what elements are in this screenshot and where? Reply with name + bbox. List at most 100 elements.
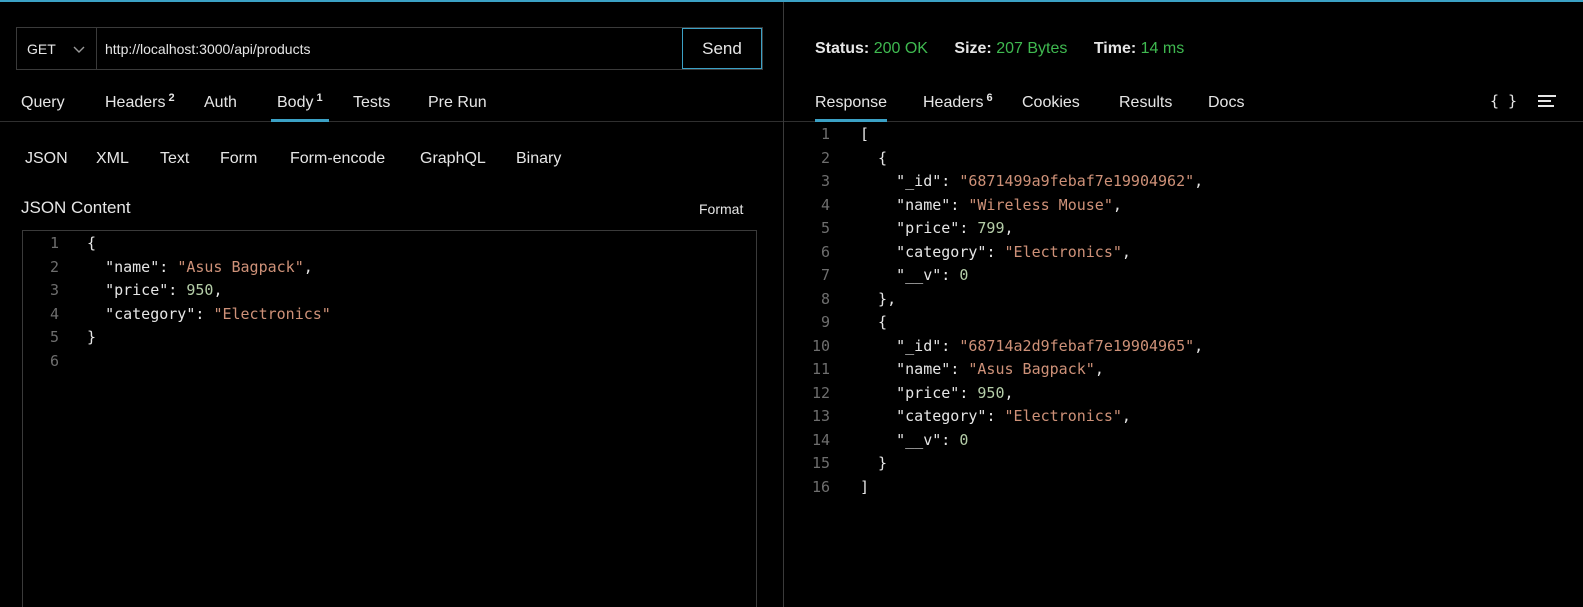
api-client: GET Send Query Headers 2 Auth Body 1 — [0, 0, 1583, 607]
code-text: "_id": "6871499a9febaf7e19904962", — [896, 172, 1204, 190]
response-body-line: 8 }, — [784, 288, 1583, 311]
time-label: Time: — [1093, 40, 1137, 57]
response-body-line: 3 "_id": "6871499a9febaf7e19904962", — [784, 170, 1583, 193]
send-button[interactable]: Send — [682, 28, 762, 69]
tab-headers[interactable]: Headers 2 — [105, 84, 175, 121]
line-number: 9 — [820, 313, 830, 331]
request-tabs: Query Headers 2 Auth Body 1 Tests Pre Ru… — [0, 84, 783, 122]
code-text: "name": "Asus Bagpack", — [896, 360, 1104, 378]
body-type-xml[interactable]: XML — [96, 150, 129, 168]
format-button[interactable]: Format — [699, 201, 743, 217]
response-body-line: 13 "category": "Electronics", — [784, 405, 1583, 428]
body-type-binary[interactable]: Binary — [516, 150, 561, 168]
tab-body[interactable]: Body 1 — [271, 84, 329, 122]
tab-response-headers[interactable]: Headers 6 — [923, 84, 993, 121]
tab-pre-run[interactable]: Pre Run — [428, 84, 487, 121]
line-number: 10 — [811, 336, 830, 355]
response-pane: Status: 200 OK Size: 207 Bytes Time: 14 … — [784, 2, 1583, 607]
response-body-line: 9 { — [784, 311, 1583, 334]
tab-response[interactable]: Response — [815, 84, 888, 122]
tab-results[interactable]: Results — [1119, 84, 1172, 121]
body-type-graphql[interactable]: GraphQL — [420, 150, 486, 168]
tab-badge: 1 — [316, 91, 323, 104]
response-body-line: 6 "category": "Electronics", — [784, 241, 1583, 264]
body-type-text[interactable]: Text — [160, 150, 189, 168]
tab-label: Response — [815, 93, 888, 111]
line-number: 11 — [811, 360, 830, 378]
tab-label: Auth — [204, 93, 237, 111]
tab-tests[interactable]: Tests — [353, 84, 390, 121]
tab-label: Docs — [1208, 93, 1245, 111]
response-body-line: 15 } — [784, 452, 1583, 475]
response-status-row: Status: 200 OK Size: 207 Bytes Time: 14 … — [815, 40, 1206, 58]
time-value: 14 ms — [1140, 40, 1185, 57]
method-select[interactable]: GET — [17, 28, 97, 69]
response-tabs: Response Headers 6 Cookies Results Docs … — [784, 84, 1583, 122]
line-number: 3 — [49, 281, 59, 299]
status-label: Status: — [815, 40, 870, 57]
code-text: } — [860, 454, 888, 472]
tab-label: Results — [1119, 93, 1173, 111]
request-body-line: 2 "name": "Asus Bagpack", — [23, 256, 756, 279]
tab-auth[interactable]: Auth — [204, 84, 237, 121]
body-type-form[interactable]: Form — [220, 150, 257, 168]
code-text: "_id": "68714a2d9febaf7e19904965", — [896, 336, 1204, 355]
code-text: "__v": 0 — [896, 430, 969, 449]
request-body-line: 4 "category": "Electronics" — [23, 303, 756, 326]
size-label: Size: — [954, 40, 992, 57]
tab-badge: 6 — [986, 91, 993, 104]
code-text: { — [860, 313, 888, 331]
line-number: 3 — [820, 172, 830, 190]
response-body-line: 14 "__v": 0 — [784, 429, 1583, 452]
tab-label: Headers — [923, 93, 984, 111]
request-body-line: 1{ — [23, 232, 756, 255]
body-type-json[interactable]: JSON — [25, 150, 68, 168]
code-text: } — [87, 328, 97, 346]
response-body-line: 1[ — [784, 123, 1583, 146]
url-bar: GET Send — [16, 27, 763, 70]
size-value: 207 Bytes — [996, 40, 1068, 57]
url-input[interactable] — [97, 28, 682, 69]
line-number: 14 — [811, 430, 830, 449]
line-number: 5 — [820, 219, 830, 237]
code-text: "price": 799, — [896, 219, 1014, 237]
line-number: 5 — [49, 328, 59, 346]
code-text: "price": 950, — [105, 281, 223, 299]
code-text: "category": "Electronics" — [105, 304, 331, 323]
line-number: 12 — [811, 383, 830, 402]
request-body-editor[interactable]: 1{2 "name": "Asus Bagpack", 3 "price": 95… — [22, 230, 757, 607]
status-value: 200 OK — [873, 40, 928, 57]
response-body-line: 5 "price": 799, — [784, 217, 1583, 240]
line-number: 16 — [811, 477, 830, 496]
code-text: ] — [860, 477, 870, 496]
line-number: 13 — [811, 407, 830, 425]
response-body-line: 4 "name": "Wireless Mouse", — [784, 194, 1583, 217]
response-body-line: 7 "__v": 0 — [784, 264, 1583, 287]
line-number: 15 — [811, 454, 830, 472]
code-text: { — [860, 148, 888, 167]
menu-lines-icon[interactable] — [1538, 95, 1556, 109]
tab-label: Tests — [353, 93, 391, 111]
request-body-line: 3 "price": 950, — [23, 279, 756, 302]
line-number: 2 — [49, 257, 59, 276]
chevron-down-icon — [72, 42, 86, 56]
request-body-line: 6 — [23, 350, 756, 373]
code-text: "name": "Wireless Mouse", — [896, 195, 1122, 214]
braces-icon[interactable]: { } — [1490, 92, 1517, 110]
tab-docs[interactable]: Docs — [1208, 84, 1244, 121]
line-number: 8 — [820, 289, 830, 308]
method-value: GET — [27, 40, 56, 57]
code-text: [ — [860, 125, 870, 143]
tab-cookies[interactable]: Cookies — [1022, 84, 1080, 121]
response-body-line: 10 "_id": "68714a2d9febaf7e19904965", — [784, 335, 1583, 358]
line-number: 4 — [49, 304, 59, 323]
code-text: { — [87, 234, 97, 252]
code-text: "category": "Electronics", — [896, 407, 1131, 425]
line-number: 1 — [820, 125, 830, 143]
request-pane: GET Send Query Headers 2 Auth Body 1 — [0, 2, 784, 607]
line-number: 1 — [49, 234, 59, 252]
tab-query[interactable]: Query — [21, 84, 65, 121]
code-text: "category": "Electronics", — [896, 242, 1131, 261]
body-type-form-encode[interactable]: Form-encode — [290, 150, 385, 168]
response-body-line: 11 "name": "Asus Bagpack", — [784, 358, 1583, 381]
